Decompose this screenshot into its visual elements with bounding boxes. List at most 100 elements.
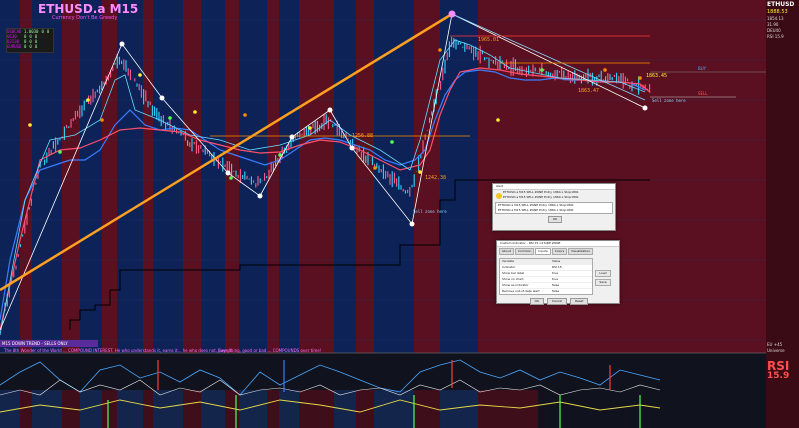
pivot-dot	[159, 95, 165, 101]
stats-table: USDCAD 1.0030 0 0 US30 0 0 0 DJI30 0 0 0 EURUSD 0 0 0	[6, 28, 54, 53]
fractal-dot	[229, 176, 233, 180]
indicator-tabs: About Common Inputs Colors Visualization	[497, 247, 619, 256]
price-label-low: 1242.38	[425, 175, 447, 181]
tab-colors[interactable]: Colors	[551, 248, 568, 255]
rsi-value: 15.9	[767, 371, 790, 381]
fractal-dot	[540, 68, 544, 72]
fractal-dot	[58, 150, 62, 154]
right-panel-symbol: ETHUSD	[767, 1, 795, 8]
fractal-dot	[193, 110, 197, 114]
input-variable: Show on chart	[502, 277, 524, 281]
sell-label: SELL	[698, 91, 708, 96]
fractal-dot	[418, 170, 422, 174]
tab-common[interactable]: Common	[514, 248, 535, 255]
right-panel-footer: EU +45	[767, 342, 783, 347]
right-panel-price: 1888.53	[767, 9, 788, 15]
fractal-dot	[86, 98, 90, 102]
alert-list[interactable]: ETHUSD.a M15 SELL ZONE Entry 1864.x Stop…	[495, 202, 613, 214]
right-panel-line: DEU40	[767, 28, 781, 33]
oscillator-band	[143, 390, 153, 428]
oscillator-band	[20, 390, 32, 428]
sell-zone-label-right: Sell zone here	[652, 98, 686, 103]
input-variable: Show bar label	[502, 271, 525, 275]
fractal-dot	[100, 118, 104, 122]
input-variable: Remove out-of-date alert	[502, 289, 540, 293]
oscillator-band	[299, 390, 334, 428]
right-panel-footer: Universe	[767, 348, 785, 353]
fractal-dot	[603, 68, 607, 72]
top-pivot-marker	[448, 10, 456, 18]
right-panel-line: 31.90	[767, 22, 779, 27]
tab-visualization[interactable]: Visualization	[568, 248, 594, 255]
oscillator-band	[32, 390, 62, 428]
pivot-dot	[225, 170, 231, 176]
price-label-mid-right: 1863.45	[646, 73, 668, 79]
input-variable: Indicator	[502, 265, 516, 269]
oscillator-band	[267, 390, 279, 428]
oscillator-band	[279, 390, 299, 428]
oscillator-band	[117, 390, 143, 428]
fractal-dot	[496, 118, 500, 122]
fractal-dot	[278, 153, 282, 157]
fractal-dot	[373, 166, 377, 170]
price-chart[interactable]	[0, 0, 766, 428]
fractal-dot	[390, 140, 394, 144]
oscillator-band	[153, 390, 183, 428]
pivot-dot	[409, 221, 415, 227]
trading-terminal: ETHUSD.a M15 Currency Don't Be Greedy US…	[0, 0, 799, 428]
input-value[interactable]: false	[552, 289, 559, 294]
warning-icon	[496, 193, 502, 199]
oscillator-band	[201, 390, 225, 428]
inputs-table[interactable]: Variable Value Indicator RSI 15 Show bar l…	[499, 258, 593, 295]
alert-ok-button[interactable]: OK	[547, 216, 563, 223]
oscillator-bands	[0, 390, 538, 428]
alert-dialog[interactable]: Alert ETHUSD.a M15 SELL ZONE Entry 1864.…	[492, 183, 616, 231]
oscillator-band	[374, 390, 414, 428]
pivot-dot	[257, 193, 263, 199]
bottom-caption: The 8th Wonder of the World ... COMPOUND…	[4, 348, 233, 353]
stats-cell: 0	[46, 29, 50, 34]
cancel-button[interactable]: Cancel	[546, 298, 568, 305]
stats-cell: 0	[24, 44, 27, 49]
oscillator-band	[102, 390, 117, 428]
price-label-mid-right2: 1863.47	[578, 88, 600, 94]
input-value[interactable]: true	[552, 277, 558, 282]
fractal-dot	[138, 73, 142, 77]
alert-list-item[interactable]: ETHUSD.a M15 SELL ZONE Entry 1864.x Stop…	[496, 208, 612, 213]
col-value: Value	[552, 259, 561, 263]
pivot-dot	[119, 41, 125, 47]
oscillator-band	[478, 390, 538, 428]
stats-cell: EURUSD	[7, 44, 22, 49]
fractal-dot	[168, 116, 172, 120]
input-value[interactable]: true	[552, 271, 558, 276]
load-button[interactable]: Load	[595, 270, 611, 277]
oscillator-band	[183, 390, 201, 428]
stats-cell: 0	[41, 29, 44, 34]
stats-cell: 0	[34, 44, 38, 49]
custom-indicator-dialog[interactable]: Custom Indicator - RSI 15 v4 SIDE ZONE A…	[496, 240, 620, 305]
input-value[interactable]: RSI 15	[552, 265, 562, 270]
price-label-left-mid: 1256.88	[352, 133, 374, 139]
side-buttons: Load Save	[595, 256, 611, 297]
fractal-dot	[308, 126, 312, 130]
fractal-dot	[243, 113, 247, 117]
reset-button[interactable]: Reset	[570, 298, 589, 305]
chart-subtitle: Currency Don't Be Greedy	[52, 15, 118, 21]
bottom-caption2: Everything, good or bad.... COMPOUNDS ov…	[218, 348, 322, 353]
pivot-dot	[642, 105, 648, 111]
input-value[interactable]: false	[552, 283, 559, 288]
input-row[interactable]: Remove out-of-date alert false	[500, 288, 592, 294]
trend-banner: M15 DOWN TREND - SELLS ONLY	[0, 340, 98, 347]
save-button[interactable]: Save	[595, 279, 611, 286]
price-label-top: 1965.01	[478, 37, 500, 43]
ok-button[interactable]: OK	[529, 298, 544, 305]
stats-row: EURUSD 0 0 0	[7, 44, 53, 49]
tab-about[interactable]: About	[499, 248, 514, 255]
pivot-dot	[327, 107, 333, 113]
fractal-dot	[28, 123, 32, 127]
input-variable: Show as indicator	[502, 283, 529, 287]
chart-title: ETHUSD.a M15	[38, 2, 139, 16]
fractal-dot	[438, 48, 442, 52]
tab-inputs[interactable]: Inputs	[535, 248, 551, 255]
right-panel-line: 1854.13	[767, 16, 784, 21]
